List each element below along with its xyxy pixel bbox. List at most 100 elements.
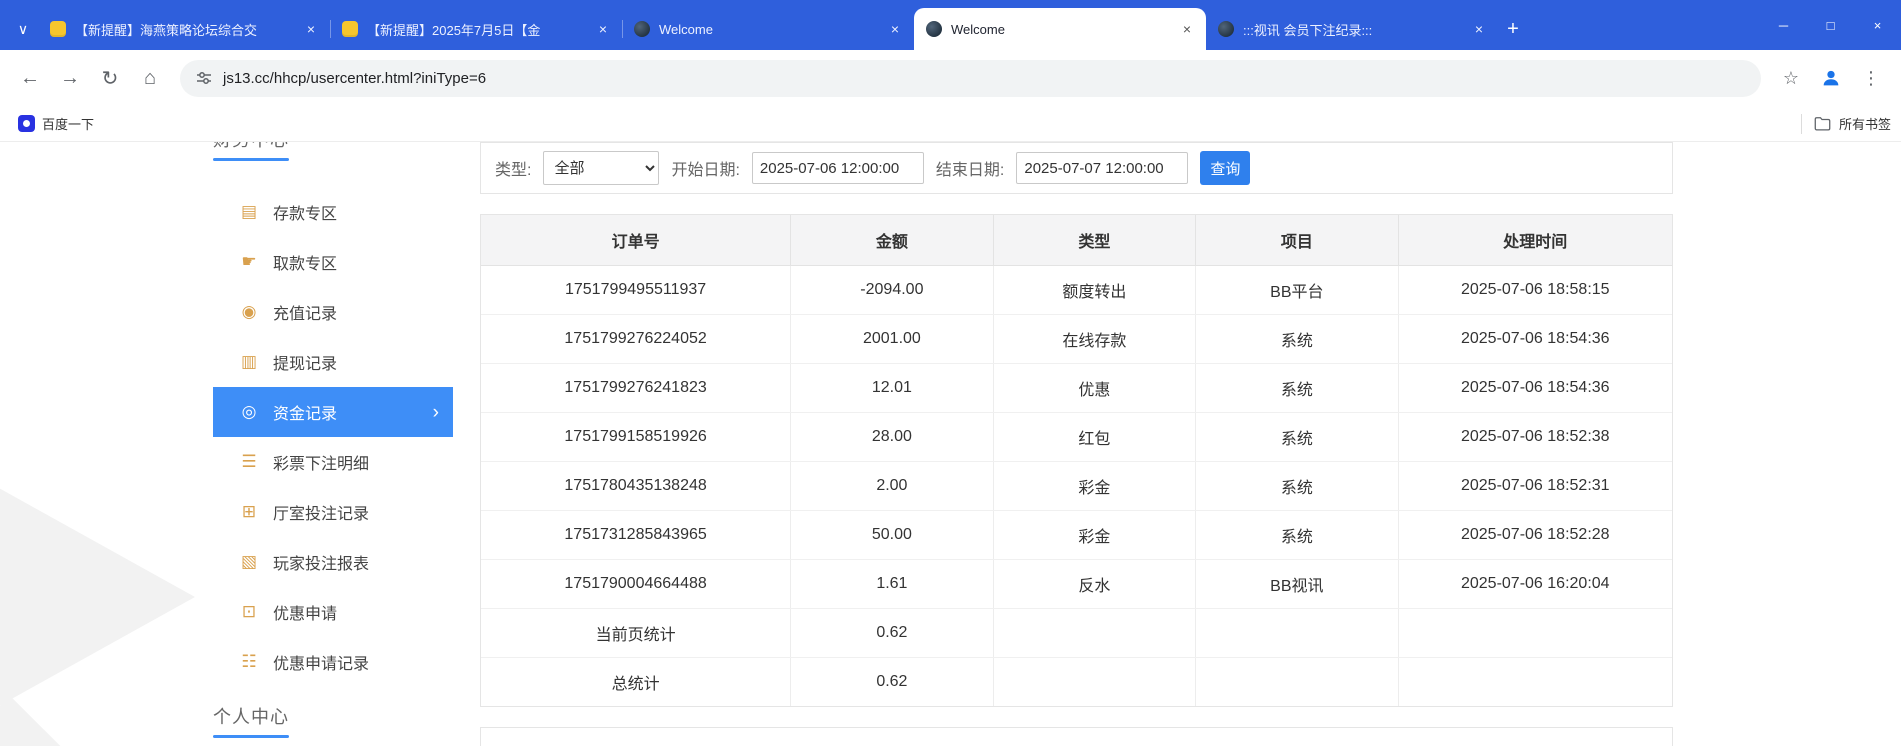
table-cell: 优惠: [993, 363, 1197, 413]
sidebar-item-recharge-record[interactable]: ◉ 充值记录: [213, 287, 453, 337]
table-cell: 1.61: [790, 559, 994, 609]
bookmarks-bar: 百度一下 所有书签: [0, 106, 1901, 142]
minimize-button[interactable]: ─: [1760, 0, 1807, 50]
table-cell: 50.00: [790, 510, 994, 560]
table-cell: 系统: [1195, 363, 1399, 413]
table-row-total-summary: 总统计 0.62: [481, 657, 1672, 706]
table-cell: 0.62: [790, 657, 994, 706]
table-cell: 彩金: [993, 510, 1197, 560]
sidebar-item-promo-apply[interactable]: ⊡ 优惠申请: [213, 587, 453, 637]
table-cell: 0.62: [790, 608, 994, 658]
browser-tab-1[interactable]: 【新提醒】海燕策略论坛综合交 ×: [38, 8, 330, 50]
reload-button[interactable]: ↻: [92, 60, 128, 96]
tab-close-icon[interactable]: ×: [1470, 20, 1488, 38]
browser-tab-4-active[interactable]: Welcome ×: [914, 8, 1206, 50]
table-cell: 红包: [993, 412, 1197, 462]
tab-title: 【新提醒】2025年7月5日【金: [367, 22, 541, 38]
browser-tab-3[interactable]: Welcome ×: [622, 8, 914, 50]
table-cell: 28.00: [790, 412, 994, 462]
table-cell: 反水: [993, 559, 1197, 609]
sidebar-item-promo-apply-record[interactable]: ☷ 优惠申请记录: [213, 637, 453, 687]
table-cell: 额度转出: [993, 265, 1197, 315]
forum-favicon: [50, 21, 66, 37]
bookmark-baidu[interactable]: 百度一下: [10, 114, 102, 133]
grid-icon: ⊞: [241, 502, 257, 521]
sidebar-item-lottery-bet-detail[interactable]: ☰ 彩票下注明细: [213, 437, 453, 487]
records-table: 订单号 金额 类型 项目 处理时间 1751799495511937 -2094…: [481, 215, 1672, 706]
site-settings-icon[interactable]: [196, 70, 212, 86]
sidebar-item-player-bet-report[interactable]: ▧ 玩家投注报表: [213, 537, 453, 587]
filter-bar: 类型: 全部 开始日期: 结束日期: 查询: [480, 142, 1673, 194]
browser-toolbar: ← → ↻ ⌂ js13.cc/hhcp/usercenter.html?ini…: [0, 50, 1901, 106]
cash-icon: ▥: [240, 352, 258, 371]
tab-close-icon[interactable]: ×: [594, 20, 612, 38]
table-row: 1751799276224052 2001.00 在线存款 系统 2025-07…: [481, 314, 1672, 364]
list-icon: ☷: [241, 652, 257, 671]
url-bar[interactable]: js13.cc/hhcp/usercenter.html?iniType=6: [180, 59, 1761, 97]
close-button[interactable]: ×: [1854, 0, 1901, 50]
table-cell: BB视讯: [1195, 559, 1399, 609]
page-content: 财务中心 ▤ 存款专区 ☛ 取款专区 ◉ 充值记录 ▥ 提现记录 ◎ 资金记录: [0, 142, 1901, 746]
browser-tab-2[interactable]: 【新提醒】2025年7月5日【金 ×: [330, 8, 622, 50]
all-bookmarks-button[interactable]: 所有书签: [1800, 113, 1891, 134]
sidebar-item-deposit[interactable]: ▤ 存款专区: [213, 187, 453, 237]
tab-title: Welcome: [659, 21, 713, 37]
col-header-project: 项目: [1195, 215, 1399, 266]
forward-button[interactable]: →: [52, 60, 88, 96]
end-date-label: 结束日期:: [935, 162, 1005, 179]
section-title: 个人中心: [213, 707, 289, 727]
tab-close-icon[interactable]: ×: [1178, 20, 1196, 38]
table-cell: [1195, 657, 1399, 706]
table-cell: 1751799276224052: [481, 314, 792, 364]
coin-icon: ◎: [241, 402, 257, 421]
sidebar-item-withdraw-record[interactable]: ▥ 提现记录: [213, 337, 453, 387]
browser-tab-5[interactable]: :::视讯 会员下注纪录::: ×: [1206, 8, 1498, 50]
start-date-input[interactable]: [751, 152, 924, 184]
tab-close-icon[interactable]: ×: [886, 20, 904, 38]
withdraw-hand-icon: ☛: [241, 252, 257, 271]
table-cell: [993, 608, 1197, 658]
sidebar-item-funds-record[interactable]: ◎ 资金记录 ›: [213, 387, 453, 437]
tab-title: Welcome: [951, 21, 1005, 37]
sidebar-item-label: 存款专区: [273, 206, 338, 223]
table-cell: 2025-07-06 18:52:38: [1398, 412, 1672, 462]
table-cell: BB平台: [1195, 265, 1399, 315]
sidebar-menu: ▤ 存款专区 ☛ 取款专区 ◉ 充值记录 ▥ 提现记录 ◎ 资金记录 › ☰ 彩…: [213, 187, 453, 687]
sidebar-item-label: 优惠申请记录: [273, 656, 370, 673]
sidebar-item-hall-bet-record[interactable]: ⊞ 厅室投注记录: [213, 487, 453, 537]
home-icon: ⌂: [143, 66, 157, 89]
sidebar-item-label: 玩家投注报表: [273, 556, 370, 573]
table-cell: 1751799495511937: [481, 265, 792, 315]
type-select[interactable]: 全部: [543, 151, 660, 185]
new-tab-button[interactable]: +: [1498, 8, 1528, 50]
table-cell: [1195, 608, 1399, 658]
browser-menu-button[interactable]: ⋮: [1853, 60, 1889, 96]
main-panel: 类型: 全部 开始日期: 结束日期: 查询 订单号 金额 类型: [480, 142, 1673, 746]
table-cell: 1751799276241823: [481, 363, 792, 413]
tab-close-icon[interactable]: ×: [302, 20, 320, 38]
end-date-input[interactable]: [1016, 152, 1189, 184]
home-button[interactable]: ⌂: [132, 60, 168, 96]
tab-title: 【新提醒】海燕策略论坛综合交: [75, 22, 258, 38]
query-button[interactable]: 查询: [1200, 151, 1251, 185]
tab-search-button[interactable]: ∨: [8, 8, 38, 50]
three-dots-icon: ⋮: [1862, 67, 1880, 88]
chevron-down-icon: ∨: [17, 20, 29, 37]
section-heading-personal: 个人中心: [213, 703, 453, 738]
profile-button[interactable]: [1813, 60, 1849, 96]
table-cell: 当前页统计: [481, 608, 792, 658]
sidebar-item-withdraw[interactable]: ☛ 取款专区: [213, 237, 453, 287]
col-header-order-no: 订单号: [481, 215, 792, 266]
forward-arrow-icon: →: [60, 66, 80, 89]
table-row: 1751790004664488 1.61 反水 BB视讯 2025-07-06…: [481, 559, 1672, 609]
all-bookmarks-label: 所有书签: [1838, 117, 1891, 132]
table-cell: 总统计: [481, 657, 792, 706]
folder-icon: [1814, 116, 1831, 131]
table-cell: 2025-07-06 18:58:15: [1398, 265, 1672, 315]
back-button[interactable]: ←: [12, 60, 48, 96]
table-cell: 2025-07-06 18:54:36: [1398, 363, 1672, 413]
baidu-favicon: [18, 115, 35, 132]
bookmark-star-button[interactable]: ☆: [1773, 60, 1809, 96]
table-cell: 1751790004664488: [481, 559, 792, 609]
maximize-button[interactable]: □: [1807, 0, 1854, 50]
